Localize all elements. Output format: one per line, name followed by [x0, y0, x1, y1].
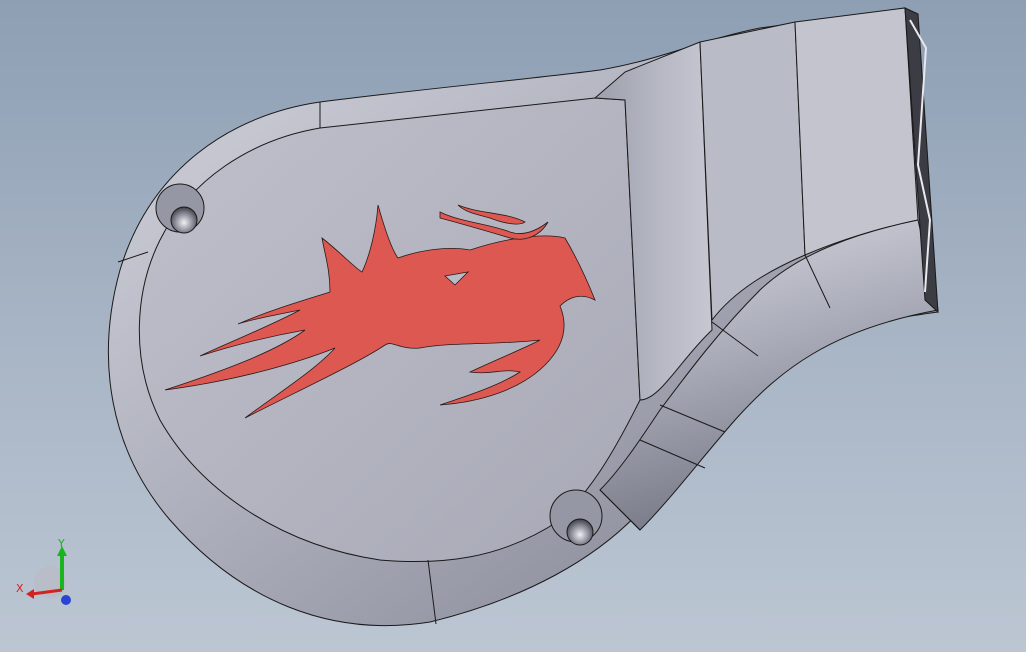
duct-panel-3	[794, 7, 919, 256]
screw-hole-top[interactable]	[155, 183, 205, 234]
x-axis-arrow	[26, 589, 34, 599]
orientation-triad[interactable]: Y X	[14, 534, 84, 614]
cad-viewport[interactable]: Y X	[0, 0, 1026, 652]
part-model[interactable]	[0, 0, 1026, 652]
z-axis-dot	[61, 595, 71, 605]
y-axis-label: Y	[57, 537, 65, 550]
x-axis-label: X	[16, 582, 24, 595]
